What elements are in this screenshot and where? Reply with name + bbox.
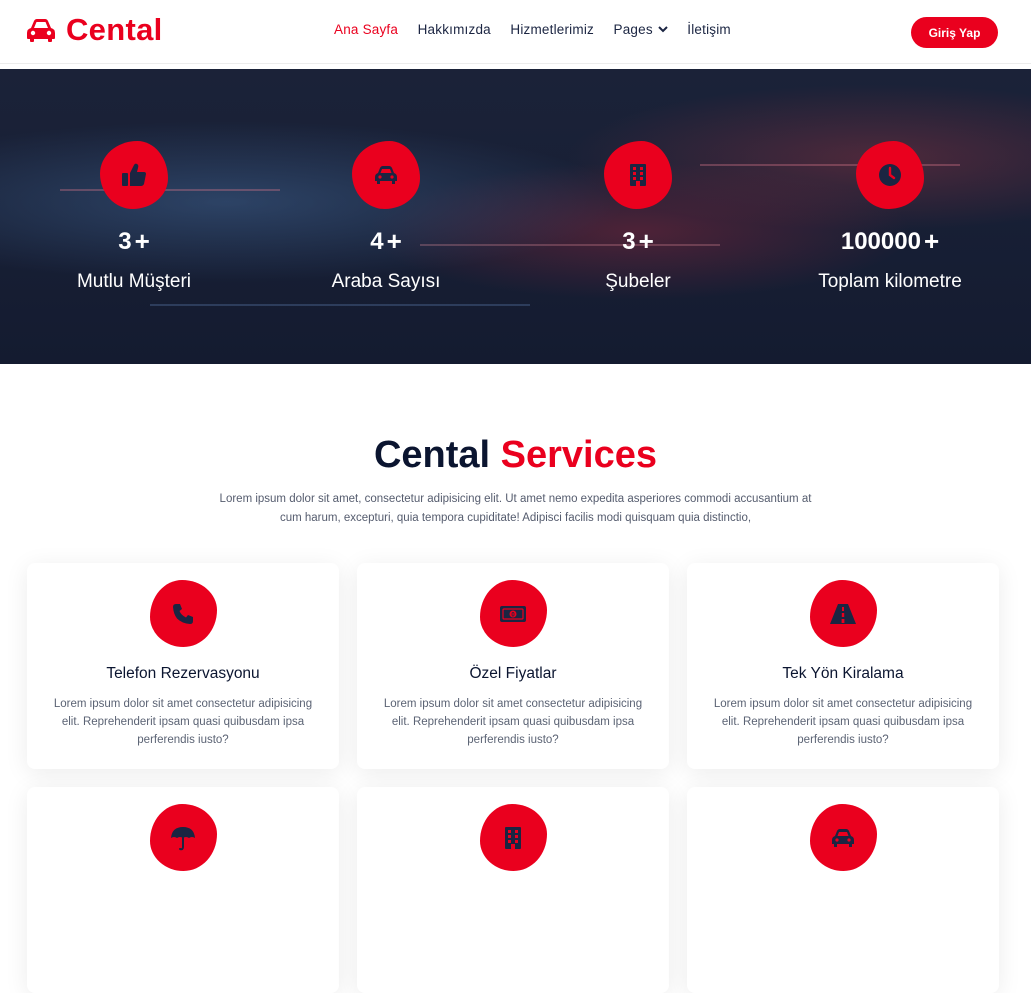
- stat-value: 4: [370, 227, 384, 255]
- money-icon: 0: [500, 605, 526, 622]
- services-heading-main: Cental: [373, 434, 491, 476]
- stat-icon-badge: [352, 141, 420, 209]
- nav-link-services[interactable]: Hizmetlerimiz: [510, 22, 594, 37]
- service-title: Özel Fiyatlar: [469, 665, 557, 682]
- road-icon: [830, 603, 856, 624]
- service-card-car-rental[interactable]: [687, 787, 999, 993]
- building-icon: [630, 164, 646, 186]
- stat-label: Mutlu Müşteri: [76, 271, 192, 292]
- stat-value: 3: [118, 227, 132, 255]
- service-title: Tek Yön Kiralama: [782, 665, 904, 682]
- stat-total-km: 100000 + Toplam kilometre: [790, 141, 990, 293]
- stat-number: 100000 +: [790, 226, 990, 257]
- umbrella-icon: [171, 826, 195, 850]
- stat-branches: 3 + Şubeler: [538, 141, 738, 293]
- stat-label: Araba Sayısı: [331, 271, 441, 292]
- stat-car-count: 4 + Araba Sayısı: [286, 141, 486, 293]
- login-button[interactable]: Giriş Yap: [911, 17, 998, 48]
- plus-sign: +: [386, 226, 402, 256]
- stat-icon-badge: [100, 141, 168, 209]
- service-icon-badge: [809, 580, 877, 647]
- service-icon-badge: [479, 804, 547, 871]
- stat-value: 100000: [840, 227, 921, 255]
- stat-value: 3: [622, 227, 636, 255]
- brand-logo[interactable]: Cental: [26, 12, 163, 48]
- service-text: Lorem ipsum dolor sit amet consectetur a…: [383, 698, 643, 746]
- main-menu: Ana Sayfa Hakkımızda Hizmetlerimiz Pages…: [334, 22, 750, 37]
- clock-icon: [879, 164, 901, 186]
- nav-link-contact[interactable]: İletişim: [687, 22, 731, 37]
- navbar: Cental Ana Sayfa Hakkımızda Hizmetlerimi…: [0, 0, 1031, 64]
- stat-number: 3 +: [34, 226, 234, 257]
- service-card-phone-booking[interactable]: Telefon Rezervasyonu Lorem ipsum dolor s…: [27, 563, 339, 769]
- stat-number: 3 +: [538, 226, 738, 257]
- background-light-streak: [150, 304, 530, 306]
- stat-label: Şubeler: [605, 271, 671, 292]
- stat-icon-badge: [856, 141, 924, 209]
- plus-sign: +: [638, 226, 654, 256]
- brand-name: Cental: [66, 12, 163, 47]
- service-text: Lorem ipsum dolor sit amet consectetur a…: [713, 698, 973, 746]
- nav-link-pages[interactable]: Pages: [613, 22, 668, 37]
- service-icon-badge: [809, 804, 877, 871]
- stat-label: Toplam kilometre: [818, 271, 962, 292]
- service-card-branches[interactable]: [357, 787, 669, 993]
- service-icon-badge: 0: [479, 580, 547, 647]
- chevron-down-icon: [658, 26, 668, 33]
- service-card-one-way-rental[interactable]: Tek Yön Kiralama Lorem ipsum dolor sit a…: [687, 563, 999, 769]
- phone-icon: [173, 603, 193, 624]
- stats-banner: 3 + Mutlu Müşteri 4 + Araba Sayısı 3 + Ş…: [0, 69, 1031, 364]
- service-text: Lorem ipsum dolor sit amet consectetur a…: [53, 698, 313, 746]
- nav-link-home[interactable]: Ana Sayfa: [334, 22, 398, 37]
- car-icon: [375, 166, 397, 184]
- stat-icon-badge: [604, 141, 672, 209]
- building-icon: [505, 826, 521, 849]
- plus-sign: +: [134, 226, 150, 256]
- service-title: Telefon Rezervasyonu: [106, 665, 260, 682]
- services-heading: Cental Services: [0, 434, 1031, 477]
- plus-sign: +: [923, 226, 940, 256]
- stat-number: 4 +: [286, 226, 486, 257]
- service-icon-badge: [149, 580, 217, 647]
- service-icon-badge: [149, 804, 217, 871]
- services-heading-accent: Services: [500, 434, 658, 476]
- car-logo-icon: [27, 19, 55, 42]
- service-card-insurance[interactable]: [27, 787, 339, 993]
- services-description: Lorem ipsum dolor sit amet, consectetur …: [219, 493, 812, 524]
- car-icon: [832, 828, 854, 847]
- thumbs-up-icon: [122, 163, 146, 186]
- nav-link-pages-label: Pages: [613, 22, 653, 37]
- service-card-special-prices[interactable]: 0 Özel Fiyatlar Lorem ipsum dolor sit am…: [357, 563, 669, 769]
- nav-link-about[interactable]: Hakkımızda: [418, 22, 491, 37]
- stat-happy-customers: 3 + Mutlu Müşteri: [34, 141, 234, 293]
